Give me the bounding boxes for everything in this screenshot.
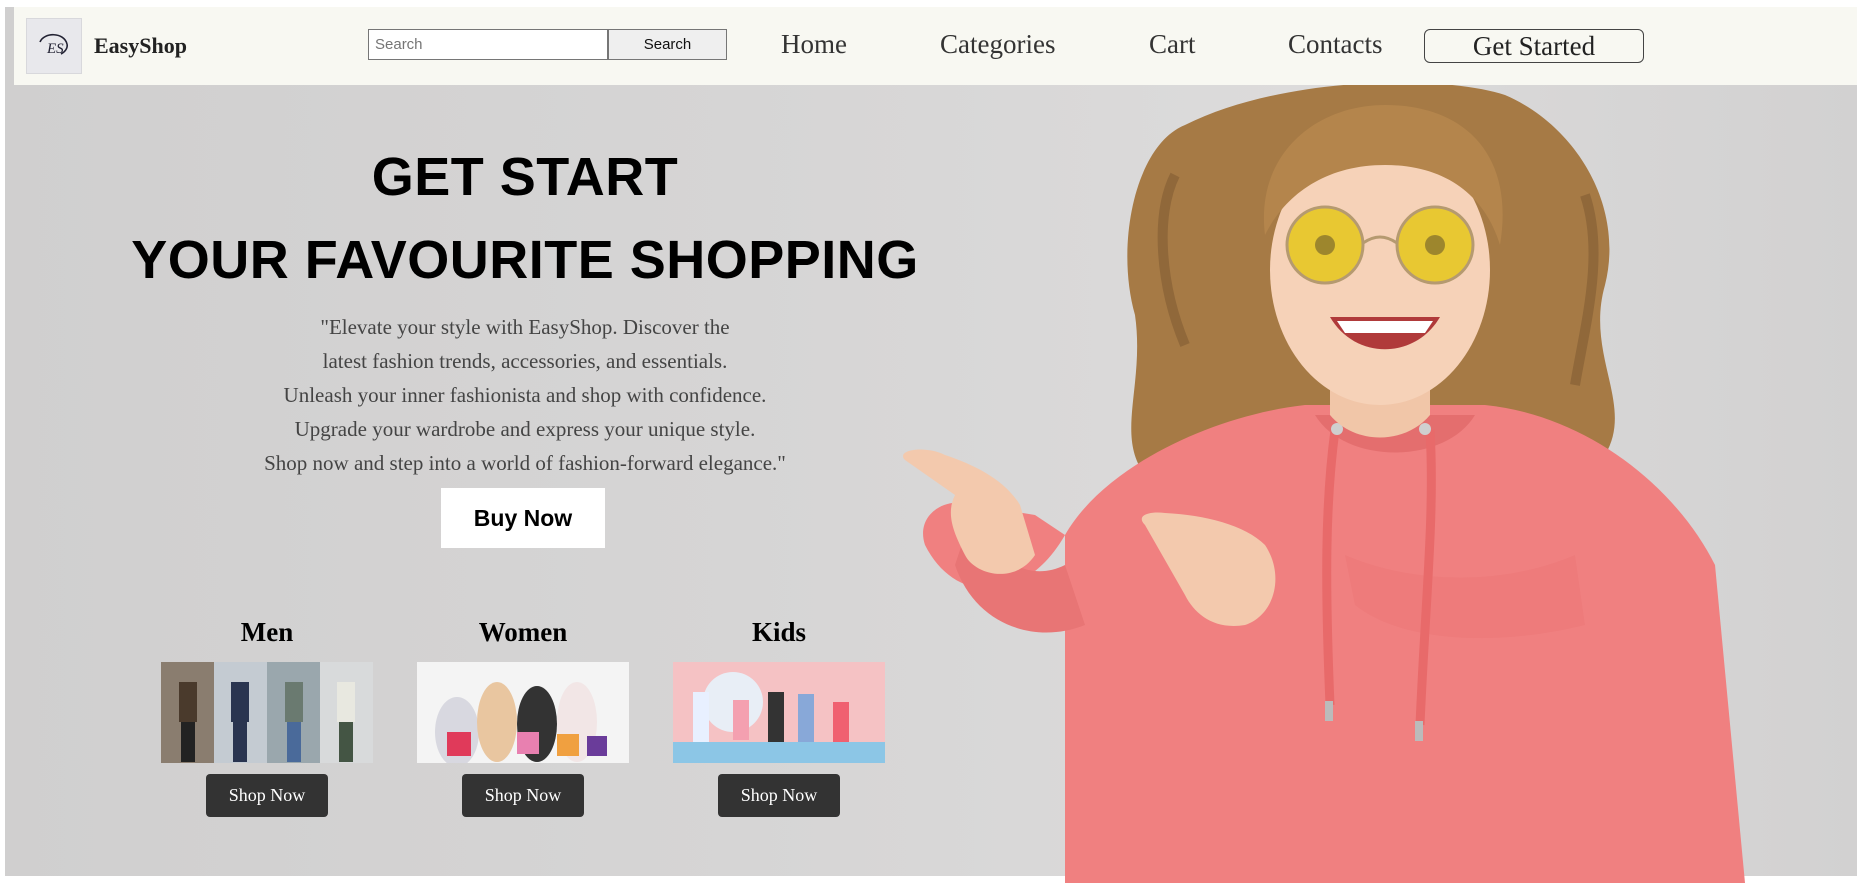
category-image-men[interactable] [161, 662, 373, 763]
category-title: Kids [751, 617, 807, 647]
buy-now-button[interactable]: Buy Now [441, 488, 605, 548]
shop-now-button-men[interactable]: Shop Now [206, 774, 328, 817]
category-card-men: Men Shop Now [161, 617, 373, 817]
shop-now-button-women[interactable]: Shop Now [462, 774, 584, 817]
search-input[interactable] [368, 29, 608, 60]
shop-now-button-kids[interactable]: Shop Now [718, 774, 840, 817]
logo[interactable]: ES [26, 18, 82, 74]
nav-link-categories[interactable]: Categories [940, 29, 1055, 60]
page-background: ES EasyShop Search Home Categories Cart … [5, 7, 1857, 883]
logo-icon: ES [39, 33, 68, 57]
get-started-button[interactable]: Get Started [1424, 29, 1644, 63]
category-card-women: Women Shop Now [417, 617, 629, 817]
category-image-kids[interactable] [673, 662, 885, 763]
navbar: ES EasyShop Search Home Categories Cart … [14, 7, 1857, 85]
search-button[interactable]: Search [608, 29, 727, 60]
nav-link-cart[interactable]: Cart [1149, 29, 1196, 60]
category-image-women[interactable] [417, 662, 629, 763]
nav-link-contacts[interactable]: Contacts [1288, 29, 1383, 60]
category-title: Men [240, 617, 294, 647]
category-title: Women [478, 617, 568, 647]
nav-link-home[interactable]: Home [781, 29, 847, 60]
hero-model-image [903, 85, 1745, 883]
svg-text:ES: ES [46, 41, 64, 57]
brand-name: EasyShop [94, 33, 187, 58]
category-card-kids: Kids Shop Now [673, 617, 885, 817]
